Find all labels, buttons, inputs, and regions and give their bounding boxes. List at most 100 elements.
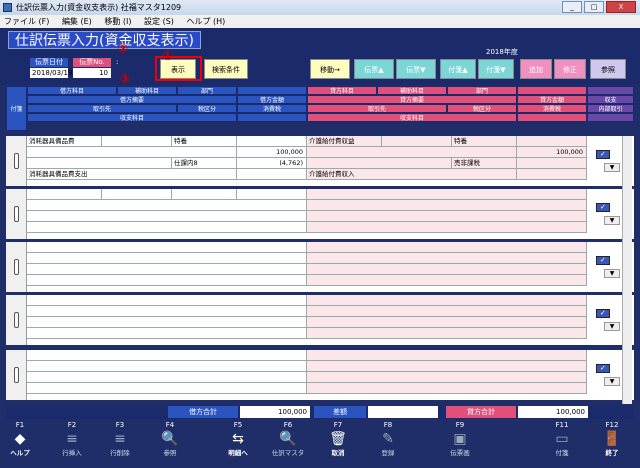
menu-edit[interactable]: 編集 (E) (62, 17, 92, 26)
row-handle[interactable] (6, 295, 27, 345)
empty-cell[interactable] (27, 383, 307, 394)
empty-cell[interactable] (172, 189, 237, 200)
debit-summary-cell[interactable] (27, 147, 237, 158)
voucher-no-field[interactable]: 10 (73, 68, 111, 78)
credit-amount-cell[interactable]: 100,000 (517, 147, 587, 158)
fusen-down-button[interactable]: 付箋▼ (478, 59, 514, 79)
empty-cell[interactable] (27, 222, 307, 233)
empty-cell[interactable] (27, 189, 102, 200)
f8-register-button[interactable]: F8 ✎ 登録 (368, 420, 408, 468)
empty-cell[interactable] (237, 189, 307, 200)
balance-checkbox[interactable] (596, 256, 610, 265)
empty-cell[interactable] (27, 306, 307, 317)
empty-cell[interactable] (27, 317, 307, 328)
close-button[interactable]: X (606, 1, 636, 13)
fund-account-cell[interactable]: 消耗器具備品費支出 (27, 169, 237, 180)
empty-cell[interactable] (307, 211, 587, 222)
empty-cell[interactable] (307, 350, 587, 361)
debit-account-cell[interactable]: 消耗器具備品費 (27, 136, 102, 147)
empty-cell[interactable] (307, 317, 587, 328)
minimize-button[interactable]: _ (562, 1, 582, 13)
debit-blank-cell-2[interactable] (237, 169, 307, 180)
maximize-button[interactable]: □ (584, 1, 604, 13)
internal-dropdown[interactable]: ▼ (604, 377, 620, 386)
row-handle[interactable] (6, 136, 27, 186)
credit-blank-cell[interactable] (517, 136, 587, 147)
empty-cell[interactable] (27, 211, 307, 222)
credit-tax-cell[interactable] (517, 158, 587, 169)
internal-dropdown[interactable]: ▼ (604, 269, 620, 278)
f12-exit-button[interactable]: F12 🚪 終了 (592, 420, 632, 468)
search-conditions-button[interactable]: 検索条件 (204, 59, 248, 79)
debit-sub-cell[interactable] (102, 136, 172, 147)
empty-cell[interactable] (307, 361, 587, 372)
row-handle[interactable] (6, 350, 27, 400)
balance-checkbox[interactable] (596, 150, 610, 159)
move-button[interactable]: 移動→ (310, 59, 350, 79)
empty-cell[interactable] (27, 328, 307, 339)
balance-checkbox[interactable] (596, 364, 610, 373)
credit-fund-cell[interactable]: 介護給付費収入 (307, 169, 517, 180)
debit-dept-cell[interactable]: 特養 (172, 136, 237, 147)
debit-blank-cell[interactable] (237, 136, 307, 147)
f6-journal-master-button[interactable]: F6 🔍 仕訳マスタ (268, 420, 308, 468)
debit-amount-cell[interactable]: 100,000 (237, 147, 307, 158)
empty-cell[interactable] (27, 200, 307, 211)
empty-cell[interactable] (307, 328, 587, 339)
balance-checkbox[interactable] (596, 309, 610, 318)
empty-cell[interactable] (307, 383, 587, 394)
f11-fusen-button[interactable]: F11 ▭ 付箋 (542, 420, 582, 468)
menu-settings[interactable]: 設定 (S) (144, 17, 174, 26)
credit-tax-class-cell[interactable]: 売非課税 (452, 158, 517, 169)
add-button[interactable]: 追加 (520, 59, 552, 79)
empty-cell[interactable] (27, 253, 307, 264)
credit-sub-cell[interactable] (382, 136, 452, 147)
empty-cell[interactable] (27, 372, 307, 383)
f3-delete-row-button[interactable]: F3 ≡ 行削除 (100, 420, 140, 468)
next-voucher-button[interactable]: 伝票▼ (396, 59, 436, 79)
debit-partner-cell[interactable] (27, 158, 172, 169)
credit-blank-cell-2[interactable] (517, 169, 587, 180)
empty-cell[interactable] (102, 189, 172, 200)
row-handle[interactable] (6, 189, 27, 239)
menu-help[interactable]: ヘルプ (H) (186, 17, 225, 26)
empty-cell[interactable] (307, 306, 587, 317)
empty-cell[interactable] (307, 242, 587, 253)
reference-button[interactable]: 参照 (590, 59, 626, 79)
internal-dropdown[interactable]: ▼ (604, 216, 620, 225)
debit-tax-class-cell[interactable]: 仕課内8 (172, 158, 237, 169)
empty-cell[interactable] (307, 295, 587, 306)
debit-tax-cell[interactable]: (4,762) (237, 158, 307, 169)
f4-reference-button[interactable]: F4 🔍 参照 (150, 420, 190, 468)
f7-cancel-button[interactable]: F7 🗑 取消 (318, 420, 358, 468)
empty-cell[interactable] (27, 361, 307, 372)
empty-cell[interactable] (307, 222, 587, 233)
empty-cell[interactable] (307, 264, 587, 275)
empty-cell[interactable] (27, 295, 307, 306)
credit-partner-cell[interactable] (307, 158, 452, 169)
menu-move[interactable]: 移動 (I) (104, 17, 131, 26)
vertical-scrollbar[interactable] (622, 136, 632, 404)
prev-voucher-button[interactable]: 伝票▲ (354, 59, 394, 79)
empty-cell[interactable] (307, 275, 587, 286)
date-field[interactable]: 2018/03/19 (30, 68, 72, 78)
menu-file[interactable]: ファイル (F) (4, 17, 49, 26)
row-handle[interactable] (6, 242, 27, 292)
empty-cell[interactable] (27, 264, 307, 275)
balance-checkbox[interactable] (596, 203, 610, 212)
f5-details-button[interactable]: F5 ⇆ 明細へ (218, 420, 258, 468)
f2-insert-row-button[interactable]: F2 ≡ 行挿入 (52, 420, 92, 468)
f1-help-button[interactable]: F1 ◆ ヘルプ (0, 420, 40, 468)
empty-cell[interactable] (307, 253, 587, 264)
internal-dropdown[interactable]: ▼ (604, 322, 620, 331)
empty-cell[interactable] (27, 275, 307, 286)
credit-summary-cell[interactable] (307, 147, 517, 158)
empty-cell[interactable] (307, 372, 587, 383)
empty-cell[interactable] (307, 189, 587, 200)
fusen-up-button[interactable]: 付箋▲ (440, 59, 476, 79)
internal-dropdown[interactable]: ▼ (604, 163, 620, 172)
f9-voucher-image-button[interactable]: F9 ▣ 伝票画 (440, 420, 480, 468)
empty-cell[interactable] (27, 242, 307, 253)
empty-cell[interactable] (27, 350, 307, 361)
empty-cell[interactable] (307, 200, 587, 211)
